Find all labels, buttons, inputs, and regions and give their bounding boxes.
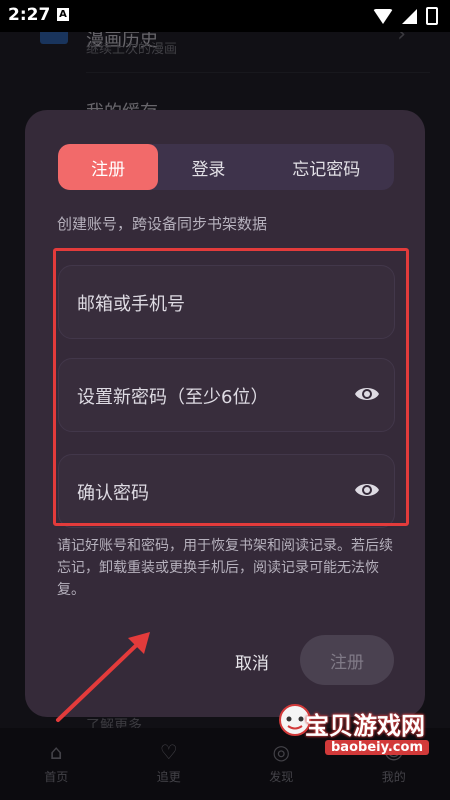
cancel-button[interactable]: 取消 bbox=[235, 649, 269, 674]
highlight-box bbox=[53, 248, 409, 526]
watermark: 宝贝游戏网 baobeiy.com bbox=[275, 700, 445, 780]
watermark-title: 宝贝游戏网 bbox=[305, 712, 425, 740]
tab-register[interactable]: 注册 bbox=[58, 144, 159, 190]
signal-icon bbox=[402, 8, 417, 24]
status-bar: 2:27 A bbox=[0, 0, 450, 32]
tab-forgot-password[interactable]: 忘记密码 bbox=[259, 144, 394, 190]
notification-icon: A bbox=[57, 8, 69, 21]
wifi-icon bbox=[373, 8, 393, 24]
status-time: 2:27 bbox=[8, 5, 51, 25]
annotation-arrow bbox=[56, 632, 150, 722]
account-dialog: 注册 登录 忘记密码 创建账号，跨设备同步书架数据 邮箱或手机号 设置新密码（至… bbox=[25, 110, 425, 717]
dialog-subtitle: 创建账号，跨设备同步书架数据 bbox=[57, 215, 268, 233]
recovery-note: 请记好账号和密码，用于恢复书架和阅读记录。若后续忘记，卸载重装或更换手机后，阅读… bbox=[57, 538, 393, 598]
tab-login[interactable]: 登录 bbox=[158, 144, 258, 190]
watermark-url: baobeiy.com bbox=[325, 740, 429, 755]
battery-icon bbox=[426, 7, 438, 25]
system-icons bbox=[373, 7, 438, 25]
register-button[interactable]: 注册 bbox=[300, 635, 394, 685]
auth-tabs: 注册 登录 忘记密码 bbox=[58, 144, 394, 190]
